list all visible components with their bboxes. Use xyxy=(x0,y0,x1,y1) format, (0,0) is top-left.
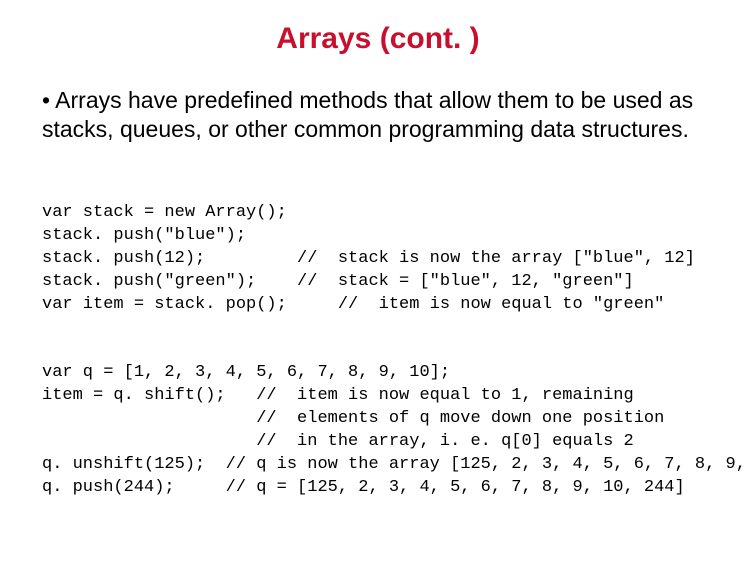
code-line: item = q. shift(); // item is now equal … xyxy=(42,386,634,405)
code-line: // in the array, i. e. q[0] equals 2 xyxy=(42,432,634,451)
code-line: var q = [1, 2, 3, 4, 5, 6, 7, 8, 9, 10]; xyxy=(42,363,450,382)
slide-content: Arrays (cont. ) • Arrays have predefined… xyxy=(0,0,756,576)
code-line: stack. push("blue"); xyxy=(42,226,246,245)
bullet-text: • Arrays have predefined methods that al… xyxy=(42,87,693,142)
code-line: q. unshift(125); // q is now the array [… xyxy=(42,455,756,474)
code-line: var item = stack. pop(); // item is now … xyxy=(42,295,664,314)
code-block-queue: var q = [1, 2, 3, 4, 5, 6, 7, 8, 9, 10];… xyxy=(42,339,714,500)
code-block-stack: var stack = new Array(); stack. push("bl… xyxy=(42,180,714,318)
bullet-paragraph: • Arrays have predefined methods that al… xyxy=(42,86,714,144)
slide-title: Arrays (cont. ) xyxy=(42,22,714,56)
code-line: // elements of q move down one position xyxy=(42,409,664,428)
code-line: stack. push(12); // stack is now the arr… xyxy=(42,249,695,268)
code-line: var stack = new Array(); xyxy=(42,203,287,222)
code-line: q. push(244); // q = [125, 2, 3, 4, 5, 6… xyxy=(42,478,685,497)
code-line: stack. push("green"); // stack = ["blue"… xyxy=(42,272,634,291)
